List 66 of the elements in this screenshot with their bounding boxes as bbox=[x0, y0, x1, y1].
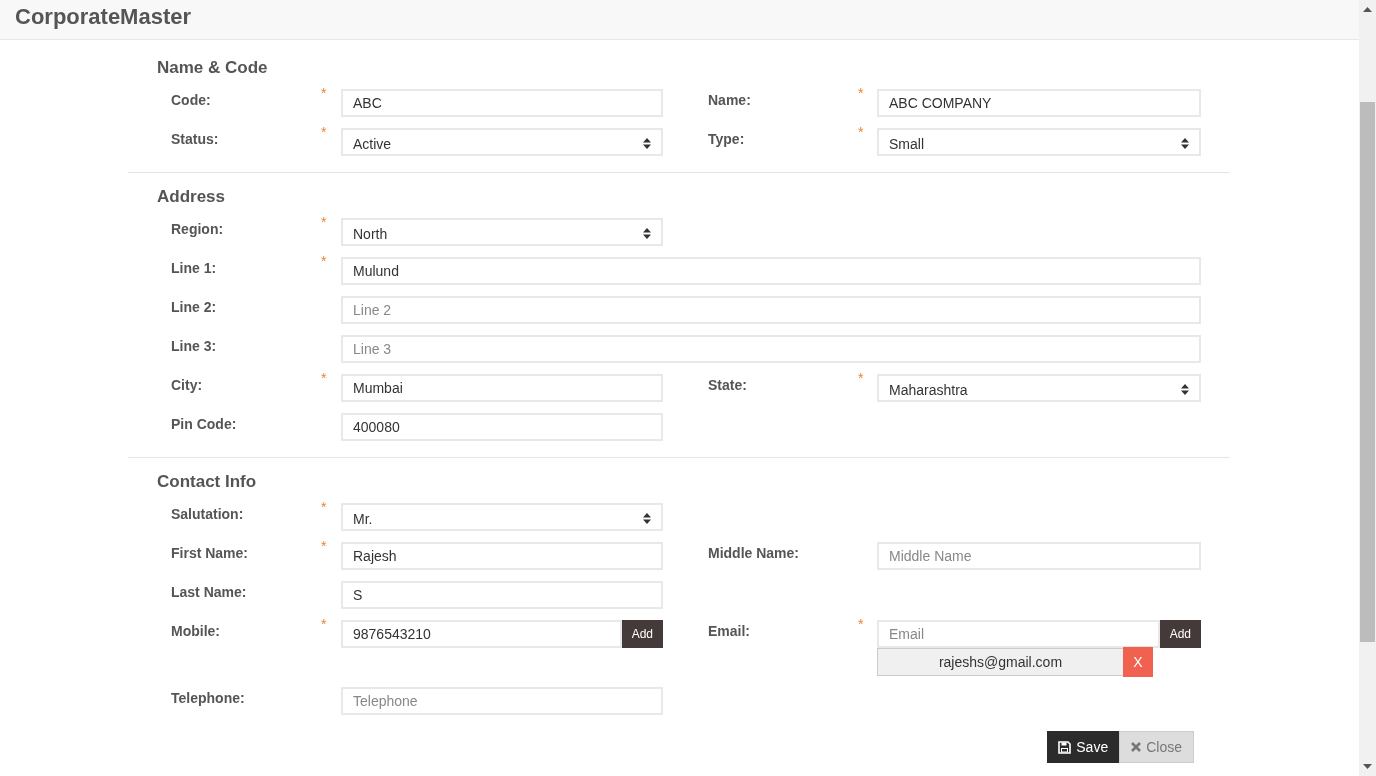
text-field[interactable]: Mulund bbox=[341, 257, 1201, 285]
scroll-down-icon[interactable] bbox=[1363, 764, 1372, 769]
field-label: Middle Name: bbox=[708, 544, 799, 561]
close-icon bbox=[1131, 742, 1142, 752]
required-marker: * bbox=[858, 125, 864, 139]
scrollbar-thumb[interactable] bbox=[1360, 102, 1375, 642]
dropdown[interactable]: Small bbox=[877, 128, 1201, 156]
required-marker: * bbox=[321, 371, 327, 385]
select-arrows-icon bbox=[643, 138, 651, 149]
field-label: Type: bbox=[708, 130, 745, 147]
section-title: Name & Code bbox=[157, 57, 269, 79]
add-button[interactable]: Add bbox=[621, 620, 663, 648]
section-title: Contact Info bbox=[157, 471, 258, 493]
text-field[interactable]: Line 3 bbox=[341, 335, 1201, 363]
field-label: Email: bbox=[708, 622, 750, 639]
text-field[interactable]: Rajesh bbox=[341, 542, 663, 570]
required-marker: * bbox=[858, 86, 864, 100]
required-marker: * bbox=[321, 500, 327, 514]
add-button[interactable]: Add bbox=[1159, 620, 1201, 648]
field-label: Region: bbox=[171, 220, 224, 237]
field-label: First Name: bbox=[171, 544, 249, 561]
text-field[interactable]: 9876543210 bbox=[341, 620, 622, 648]
field-label: Salutation: bbox=[171, 505, 244, 522]
required-marker: * bbox=[321, 215, 327, 229]
save-button[interactable]: Save bbox=[1047, 731, 1120, 763]
text-field[interactable]: Mumbai bbox=[341, 374, 663, 402]
dropdown[interactable]: Active bbox=[341, 128, 663, 156]
field-label: Mobile: bbox=[171, 622, 220, 639]
field-label: Status: bbox=[171, 130, 219, 147]
page-title: CorporateMaster bbox=[14, 3, 193, 30]
field-label: Last Name: bbox=[171, 583, 247, 600]
text-field[interactable]: Telephone bbox=[341, 687, 663, 715]
field-label: Line 1: bbox=[171, 259, 217, 276]
select-arrows-icon bbox=[643, 513, 651, 524]
required-marker: * bbox=[858, 371, 864, 385]
scroll-up-icon[interactable] bbox=[1363, 7, 1372, 12]
required-marker: * bbox=[321, 125, 327, 139]
field-label: Name: bbox=[708, 91, 751, 108]
required-marker: * bbox=[321, 254, 327, 268]
required-marker: * bbox=[858, 617, 864, 631]
field-label: Line 3: bbox=[171, 337, 217, 354]
text-field[interactable]: ABC bbox=[341, 89, 663, 117]
save-icon bbox=[1058, 740, 1072, 754]
required-marker: * bbox=[321, 617, 327, 631]
field-label: Telephone: bbox=[171, 689, 245, 706]
field-label: State: bbox=[708, 376, 747, 393]
text-field[interactable]: Email bbox=[877, 620, 1160, 648]
select-arrows-icon bbox=[1181, 138, 1189, 149]
text-field[interactable]: ABC COMPANY bbox=[877, 89, 1201, 117]
field-label: Pin Code: bbox=[171, 415, 237, 432]
text-field[interactable]: 400080 bbox=[341, 413, 663, 441]
select-arrows-icon bbox=[643, 228, 651, 239]
select-arrows-icon bbox=[1181, 384, 1189, 395]
field-label: Code: bbox=[171, 91, 211, 108]
dropdown[interactable]: North bbox=[341, 218, 663, 246]
required-marker: * bbox=[321, 86, 327, 100]
dropdown[interactable]: Maharashtra bbox=[877, 374, 1201, 402]
text-field[interactable]: S bbox=[341, 581, 663, 609]
field-label: City: bbox=[171, 376, 203, 393]
field-label: Line 2: bbox=[171, 298, 217, 315]
section-title: Address bbox=[157, 186, 227, 208]
required-marker: * bbox=[321, 539, 327, 553]
text-field[interactable]: Line 2 bbox=[341, 296, 1201, 324]
email-text: rajeshs@gmail.com bbox=[937, 654, 1064, 670]
text-field[interactable]: Middle Name bbox=[877, 542, 1201, 570]
dropdown[interactable]: Mr. bbox=[341, 503, 663, 531]
